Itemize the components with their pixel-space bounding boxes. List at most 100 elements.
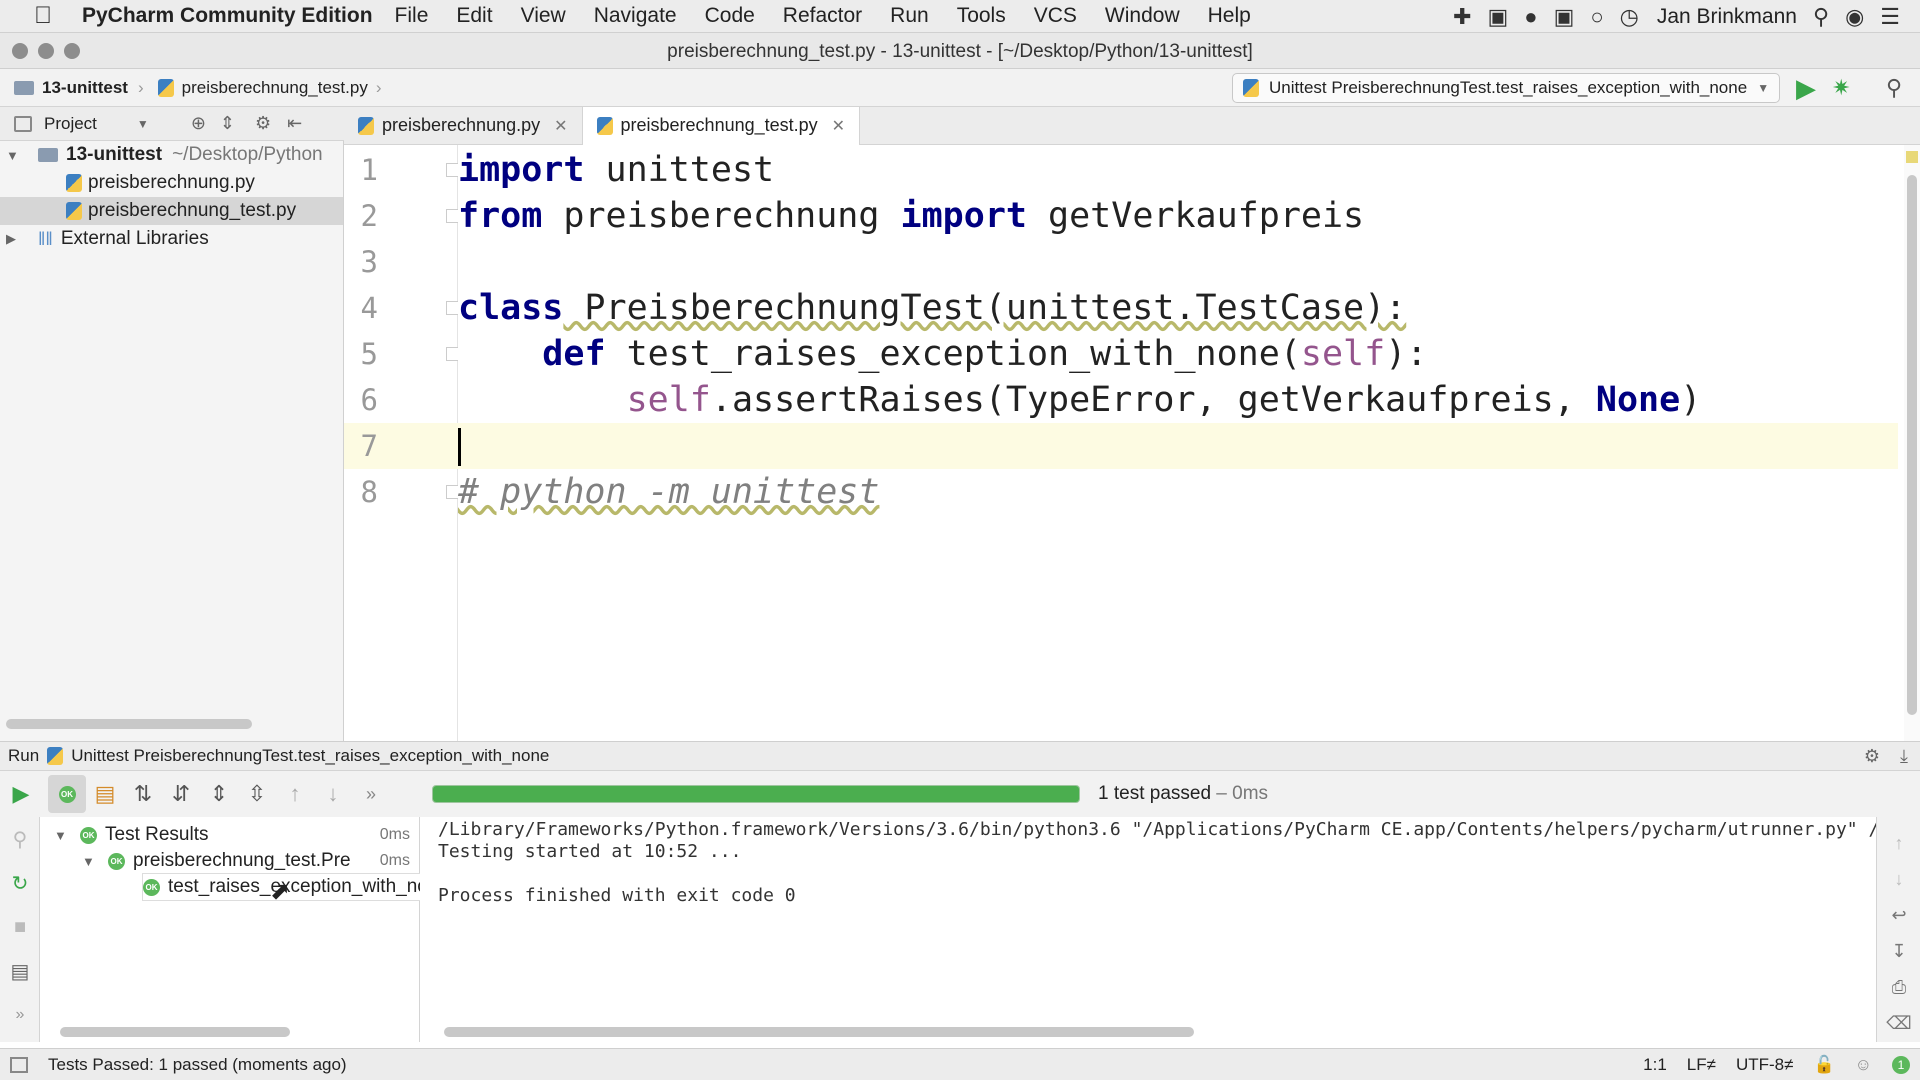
- expanded-arrow-icon[interactable]: ▼: [54, 828, 72, 843]
- show-ignored-icon[interactable]: ▤: [86, 775, 124, 813]
- siri-icon[interactable]: ◉: [1845, 4, 1864, 30]
- test-suite-row[interactable]: ▼ OK preisberechnung_test.Pre 0ms: [82, 847, 410, 875]
- line-number: 7: [344, 423, 458, 469]
- code-editor[interactable]: import unittest from preisberechnung imp…: [458, 145, 1904, 741]
- line-separator[interactable]: LF≠: [1687, 1055, 1716, 1075]
- tree-item-preisberechnung[interactable]: preisberechnung.py: [0, 169, 343, 197]
- previous-occurrence-icon[interactable]: ↑: [276, 775, 314, 813]
- menu-file[interactable]: File: [395, 4, 429, 28]
- leaf-icon[interactable]: ●: [1524, 4, 1537, 30]
- menu-vcs[interactable]: VCS: [1034, 4, 1077, 28]
- chevron-down-icon[interactable]: ▼: [137, 117, 149, 131]
- spotlight-search-icon[interactable]: ⚲: [1813, 4, 1829, 30]
- show-passed-toggle[interactable]: OK: [48, 775, 86, 813]
- close-tab-icon[interactable]: ✕: [554, 116, 567, 136]
- down-arrow-icon[interactable]: ↓: [1877, 861, 1920, 897]
- pin-icon[interactable]: ⚲: [0, 817, 40, 861]
- code-line-8[interactable]: # python -m unittest: [458, 469, 1898, 515]
- more-icon[interactable]: »: [352, 775, 390, 813]
- tree-item-external-libraries[interactable]: ▶ ‖‖ External Libraries: [0, 225, 343, 253]
- hide-panel-icon[interactable]: ⤓: [1900, 746, 1908, 767]
- inspector-icon[interactable]: ☺: [1855, 1055, 1872, 1075]
- file-encoding[interactable]: UTF-8≠: [1736, 1055, 1794, 1075]
- window-titlebar: preisberechnung_test.py - 13-unittest - …: [0, 33, 1920, 69]
- time-machine-icon[interactable]: ◷: [1620, 4, 1639, 30]
- trash-icon[interactable]: ⌫: [1877, 1005, 1920, 1041]
- breadcrumb-project[interactable]: 13-unittest: [14, 78, 128, 98]
- menu-view[interactable]: View: [521, 4, 566, 28]
- sort-alphabetically-icon[interactable]: ⇅: [124, 775, 162, 813]
- scroll-from-source-icon[interactable]: ⊕: [191, 113, 206, 134]
- expand-all-icon[interactable]: ⇕: [200, 775, 238, 813]
- horizontal-scrollbar[interactable]: [6, 719, 252, 729]
- horizontal-scrollbar[interactable]: [444, 1027, 1194, 1037]
- plus-cross-icon[interactable]: ✚: [1453, 4, 1471, 30]
- project-view-label[interactable]: Project: [44, 114, 97, 134]
- hide-panel-icon[interactable]: ⇤: [287, 113, 302, 134]
- collapsed-arrow-icon[interactable]: ▶: [6, 231, 24, 247]
- menu-help[interactable]: Help: [1208, 4, 1251, 28]
- menu-run[interactable]: Run: [890, 4, 929, 28]
- run-configuration-select[interactable]: Unittest PreisberechnungTest.test_raises…: [1232, 73, 1780, 103]
- test-results-root[interactable]: ▼ OK Test Results 0ms: [54, 821, 410, 849]
- code-line-5[interactable]: def test_raises_exception_with_none(self…: [458, 331, 1898, 377]
- run-panel-header: Run Unittest PreisberechnungTest.test_ra…: [0, 741, 1920, 771]
- scrollbar-thumb[interactable]: [1907, 175, 1917, 715]
- camera-app-icon[interactable]: ▣: [1487, 4, 1508, 30]
- apple-icon[interactable]: : [24, 2, 62, 30]
- tree-item-project-root[interactable]: ▼ 13-unittest ~/Desktop/Python: [0, 141, 343, 169]
- code-line-1[interactable]: import unittest: [458, 147, 1898, 193]
- search-everywhere-icon[interactable]: ⚲: [1886, 69, 1902, 107]
- stop-icon[interactable]: ■: [0, 905, 40, 949]
- expanded-arrow-icon[interactable]: ▼: [82, 854, 100, 869]
- code-line-3[interactable]: [458, 239, 1898, 285]
- run-icon[interactable]: ▶: [1796, 69, 1816, 107]
- layout-icon[interactable]: ▤: [0, 949, 40, 993]
- code-line-7-current[interactable]: [458, 423, 1898, 469]
- tab-preisberechnung[interactable]: preisberechnung.py ✕: [344, 106, 583, 145]
- expanded-arrow-icon[interactable]: ▼: [6, 148, 24, 163]
- collapse-all-icon[interactable]: ⇕: [220, 113, 235, 134]
- editor-vertical-scrollbar[interactable]: [1904, 145, 1920, 741]
- run-console-output[interactable]: /Library/Frameworks/Python.framework/Ver…: [420, 817, 1920, 1042]
- rerun-failed-icon[interactable]: ↻: [0, 861, 40, 905]
- code-line-6[interactable]: self.assertRaises(TypeError, getVerkaufp…: [458, 377, 1898, 423]
- cursor-position[interactable]: 1:1: [1643, 1055, 1667, 1075]
- line-number: 1: [360, 153, 378, 187]
- tree-item-preisberechnung-test[interactable]: preisberechnung_test.py: [0, 197, 343, 225]
- screen-record-icon[interactable]: ▣: [1554, 4, 1575, 30]
- user-name[interactable]: Jan Brinkmann: [1657, 5, 1797, 29]
- print-icon[interactable]: ⎙: [1877, 969, 1920, 1005]
- menu-edit[interactable]: Edit: [456, 4, 492, 28]
- code-line-2[interactable]: from preisberechnung import getVerkaufpr…: [458, 193, 1898, 239]
- gear-icon[interactable]: ⚙: [255, 113, 271, 134]
- lock-icon[interactable]: 🔓: [1813, 1055, 1834, 1075]
- event-log-icon[interactable]: 1: [1892, 1056, 1910, 1074]
- menu-window[interactable]: Window: [1105, 4, 1180, 28]
- more-icon[interactable]: »: [0, 993, 40, 1037]
- tool-windows-icon[interactable]: [10, 1056, 28, 1073]
- next-occurrence-icon[interactable]: ↓: [314, 775, 352, 813]
- menu-tools[interactable]: Tools: [957, 4, 1006, 28]
- menu-code[interactable]: Code: [705, 4, 755, 28]
- menu-navigate[interactable]: Navigate: [594, 4, 677, 28]
- menu-refactor[interactable]: Refactor: [783, 4, 862, 28]
- sort-by-duration-icon[interactable]: ⇵: [162, 775, 200, 813]
- scroll-to-end-icon[interactable]: ↧: [1877, 933, 1920, 969]
- gear-icon[interactable]: ⚙: [1864, 746, 1880, 767]
- soft-wrap-icon[interactable]: ↩: [1877, 897, 1920, 933]
- collapse-all-icon[interactable]: ⇳: [238, 775, 276, 813]
- breadcrumb-file[interactable]: preisberechnung_test.py: [157, 78, 368, 98]
- chat-bubble-icon[interactable]: ○: [1590, 4, 1603, 30]
- code-line-4[interactable]: class PreisberechnungTest(unittest.TestC…: [458, 285, 1898, 331]
- app-name-menu[interactable]: PyCharm Community Edition: [82, 4, 373, 28]
- horizontal-scrollbar[interactable]: [60, 1027, 290, 1037]
- inspection-status-icon[interactable]: [1906, 151, 1918, 163]
- rerun-icon[interactable]: ▶: [2, 775, 40, 813]
- status-message[interactable]: Tests Passed: 1 passed (moments ago): [48, 1055, 347, 1075]
- notification-center-icon[interactable]: ☰: [1880, 4, 1900, 30]
- up-arrow-icon[interactable]: ↑: [1877, 825, 1920, 861]
- close-tab-icon[interactable]: ✕: [832, 116, 845, 136]
- debug-icon[interactable]: ✷: [1832, 69, 1850, 107]
- tab-preisberechnung-test[interactable]: preisberechnung_test.py ✕: [582, 106, 861, 145]
